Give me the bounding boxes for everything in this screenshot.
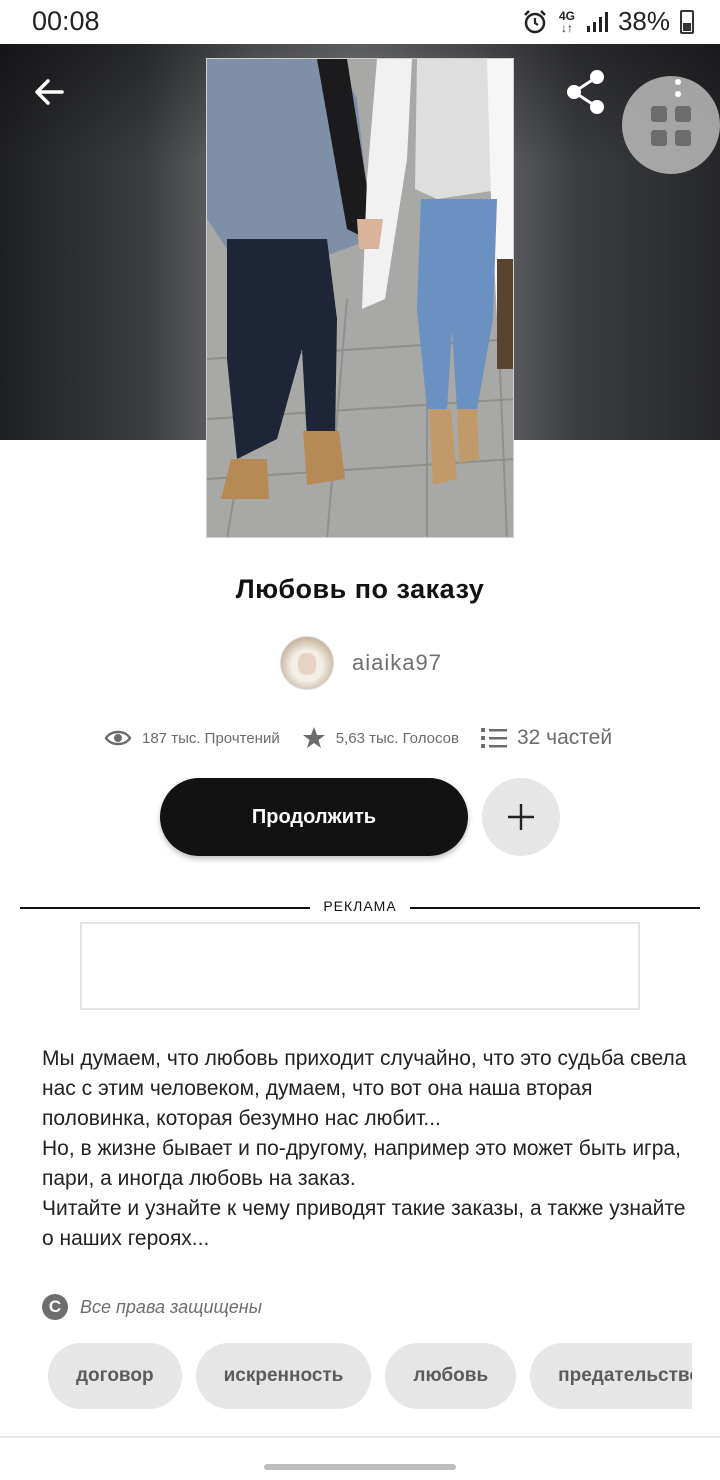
battery-icon bbox=[680, 9, 694, 34]
reads-count: 187 тыс. Прочтений bbox=[142, 729, 280, 747]
story-description: Мы думаем, что любовь приходит случайно,… bbox=[42, 1047, 687, 1250]
tag-chip[interactable]: искренность bbox=[195, 1343, 372, 1409]
network-indicator: 4G ↓↑ bbox=[558, 10, 576, 34]
home-indicator[interactable] bbox=[264, 1464, 456, 1470]
cover-image bbox=[207, 59, 513, 537]
parts-stat[interactable]: 32 частей bbox=[480, 726, 613, 750]
bottom-divider bbox=[0, 1436, 720, 1438]
grid-icon-cell bbox=[651, 130, 667, 146]
more-button[interactable] bbox=[668, 76, 688, 112]
continue-label: Продолжить bbox=[251, 805, 377, 828]
copyright-notice: C Все права защищены bbox=[42, 1294, 262, 1320]
status-time: 00:08 bbox=[32, 6, 100, 36]
author-link[interactable]: aiaika97 bbox=[280, 636, 442, 690]
signal-icon bbox=[586, 11, 608, 32]
plus-icon bbox=[508, 804, 534, 830]
tag-chip[interactable]: договор bbox=[48, 1343, 182, 1409]
story-title: Любовь по заказу bbox=[235, 574, 485, 604]
network-type: 4G bbox=[558, 8, 575, 23]
author-name: aiaika97 bbox=[352, 650, 442, 675]
copyright-text: Все права защищены bbox=[80, 1296, 262, 1317]
ad-slot[interactable] bbox=[80, 922, 640, 1010]
ad-divider: РЕКЛАМА bbox=[20, 898, 700, 918]
votes-count: 5,63 тыс. Голосов bbox=[335, 729, 459, 747]
reads-stat: 187 тыс. Прочтений bbox=[104, 728, 280, 748]
star-icon bbox=[302, 727, 325, 748]
story-stats: 187 тыс. Прочтений 5,63 тыс. Голосов 32 … bbox=[104, 720, 612, 756]
copyright-icon: C bbox=[42, 1294, 68, 1320]
share-button[interactable] bbox=[560, 66, 612, 118]
ad-label: РЕКЛАМА bbox=[313, 898, 407, 914]
tag-list: договор искренность любовь предательство bbox=[48, 1343, 692, 1411]
back-button[interactable] bbox=[24, 68, 76, 116]
add-to-library-button[interactable] bbox=[482, 778, 560, 856]
battery-percent: 38% bbox=[617, 6, 670, 36]
grid-icon-cell bbox=[675, 130, 691, 146]
parts-count: 32 частей bbox=[516, 726, 613, 749]
list-icon bbox=[480, 728, 507, 748]
tag-chip[interactable]: любовь bbox=[385, 1343, 517, 1409]
more-dot bbox=[675, 91, 681, 97]
tag-chip[interactable]: предательство bbox=[530, 1343, 692, 1409]
story-cover[interactable] bbox=[206, 58, 514, 538]
eye-icon bbox=[104, 730, 132, 746]
continue-reading-button[interactable]: Продолжить bbox=[160, 778, 468, 856]
votes-stat: 5,63 тыс. Голосов bbox=[302, 726, 459, 750]
more-vertical-icon bbox=[675, 79, 681, 85]
share-icon bbox=[567, 70, 604, 114]
grid-icon bbox=[651, 106, 667, 122]
status-icons: 4G ↓↑ 38% bbox=[522, 6, 694, 37]
alarm-icon bbox=[524, 9, 546, 33]
data-arrows-icon: ↓↑ bbox=[560, 20, 573, 35]
ad-label-wrap: РЕКЛАМА bbox=[20, 898, 700, 914]
avatar bbox=[280, 636, 334, 690]
arrow-left-icon bbox=[35, 79, 64, 105]
status-bar: 00:08 4G ↓↑ 38% bbox=[0, 0, 720, 44]
